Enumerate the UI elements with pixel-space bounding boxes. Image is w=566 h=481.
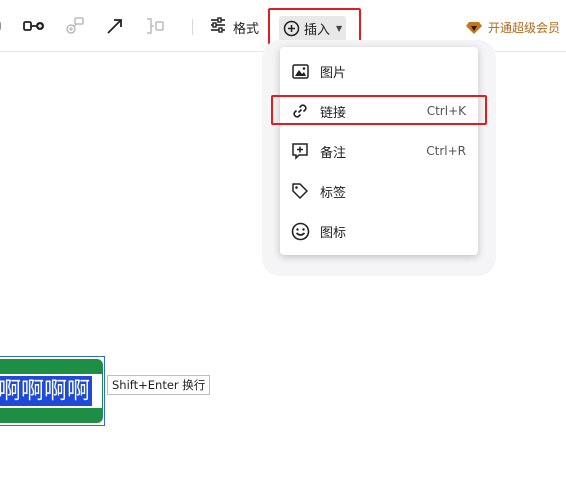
- sliders-icon: [209, 17, 227, 37]
- image-icon: [290, 61, 310, 81]
- node-text-selection: 啊啊啊啊: [0, 376, 92, 406]
- format-button[interactable]: 格式: [209, 15, 259, 39]
- note-icon: [290, 141, 310, 161]
- menu-item-shortcut: Ctrl+R: [426, 144, 466, 158]
- menu-item-label: 备注: [320, 145, 347, 161]
- menu-item-note[interactable]: 备注 Ctrl+R: [280, 131, 478, 171]
- menu-item-label: 图片: [320, 65, 347, 81]
- newline-hint-tooltip: Shift+Enter 换行: [107, 375, 211, 395]
- toolbar-divider: [192, 19, 193, 35]
- diamond-icon: [466, 21, 482, 35]
- menu-item-tag[interactable]: 标签: [280, 171, 478, 211]
- format-label: 格式: [233, 21, 260, 37]
- node-text-editor[interactable]: 啊啊啊啊: [0, 374, 102, 408]
- emoji-icon: [290, 221, 310, 241]
- menu-item-icon[interactable]: 图标: [280, 211, 478, 251]
- vip-label: 开通超级会员: [488, 21, 561, 35]
- node-minus-icon[interactable]: [0, 14, 12, 38]
- menu-item-image[interactable]: 图片: [280, 51, 478, 91]
- menu-item-label: 标签: [320, 185, 347, 201]
- menu-item-label: 图标: [320, 225, 347, 241]
- connect-node-icon[interactable]: [23, 14, 47, 38]
- insert-menu: 图片 链接 Ctrl+K 备注 Ctrl+R 标签 图标: [280, 47, 478, 255]
- bracket-icon[interactable]: [143, 14, 167, 38]
- link-highlight-box: [271, 95, 487, 125]
- tag-icon: [290, 181, 310, 201]
- subnode-icon[interactable]: [63, 14, 87, 38]
- arrow-line-icon[interactable]: [103, 14, 127, 38]
- vip-upgrade-link[interactable]: 开通超级会员: [466, 19, 560, 36]
